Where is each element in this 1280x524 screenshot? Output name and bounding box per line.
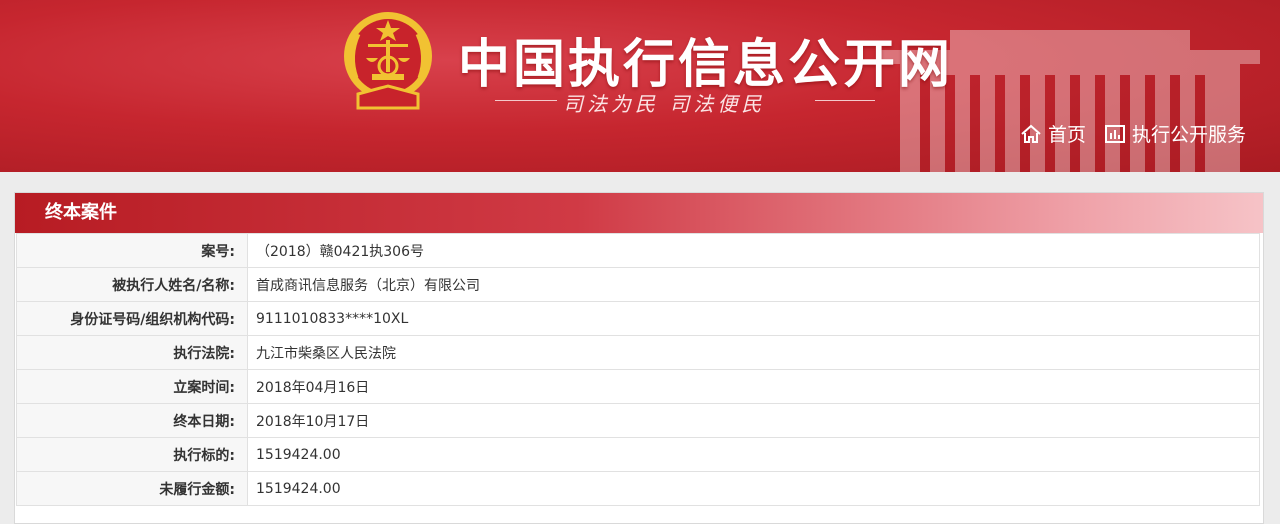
field-label: 终本日期: [16,403,248,438]
table-row: 立案时间: 2018年04月16日 [16,369,1260,404]
nav-home[interactable]: 首页 [1020,120,1086,147]
field-value: 九江市柴桑区人民法院 [247,335,1260,370]
field-label: 立案时间: [16,369,248,404]
case-detail-table: 案号: （2018）赣0421执306号 被执行人姓名/名称: 首成商讯信息服务（北京… [16,233,1260,506]
table-row: 执行法院: 九江市柴桑区人民法院 [16,335,1260,370]
site-title: 中国执行信息公开网 [458,35,954,95]
field-label: 未履行金额: [16,471,248,506]
table-row: 执行标的: 1519424.00 [16,437,1260,472]
field-value: （2018）赣0421执306号 [247,233,1260,268]
field-value: 2018年10月17日 [247,403,1260,438]
field-label: 身份证号码/组织机构代码: [16,301,248,336]
field-value: 2018年04月16日 [247,369,1260,404]
field-label: 执行法院: [16,335,248,370]
site-header: 中国执行信息公开网 司法为民 司法便民 首页 执行公开服务 [0,0,1280,172]
field-value: 9111010833****10XL [247,301,1260,336]
nav-execution-service-label: 执行公开服务 [1132,124,1247,146]
field-label: 案号: [16,233,248,268]
field-value: 1519424.00 [247,437,1260,472]
table-row: 终本日期: 2018年10月17日 [16,403,1260,438]
slogan-text: 司法为民 司法便民 [563,92,766,116]
nav-home-label: 首页 [1048,124,1087,146]
table-row: 被执行人姓名/名称: 首成商讯信息服务（北京）有限公司 [16,267,1260,302]
field-value: 1519424.00 [247,471,1260,506]
chart-icon [1105,124,1125,143]
case-detail-panel: 终本案件 案号: （2018）赣0421执306号 被执行人姓名/名称: 首成商讯信息… [14,192,1264,524]
field-label: 执行标的: [16,437,248,472]
court-emblem-icon [344,12,432,110]
panel-title: 终本案件 [15,193,1263,233]
table-row: 身份证号码/组织机构代码: 9111010833****10XL [16,301,1260,336]
site-slogan: 司法为民 司法便民 [495,88,875,116]
home-icon [1021,124,1041,143]
table-row: 案号: （2018）赣0421执306号 [16,233,1260,268]
table-row: 未履行金额: 1519424.00 [16,471,1260,506]
nav-execution-service[interactable]: 执行公开服务 [1104,120,1246,147]
field-label: 被执行人姓名/名称: [16,267,248,302]
field-value: 首成商讯信息服务（北京）有限公司 [247,267,1260,302]
